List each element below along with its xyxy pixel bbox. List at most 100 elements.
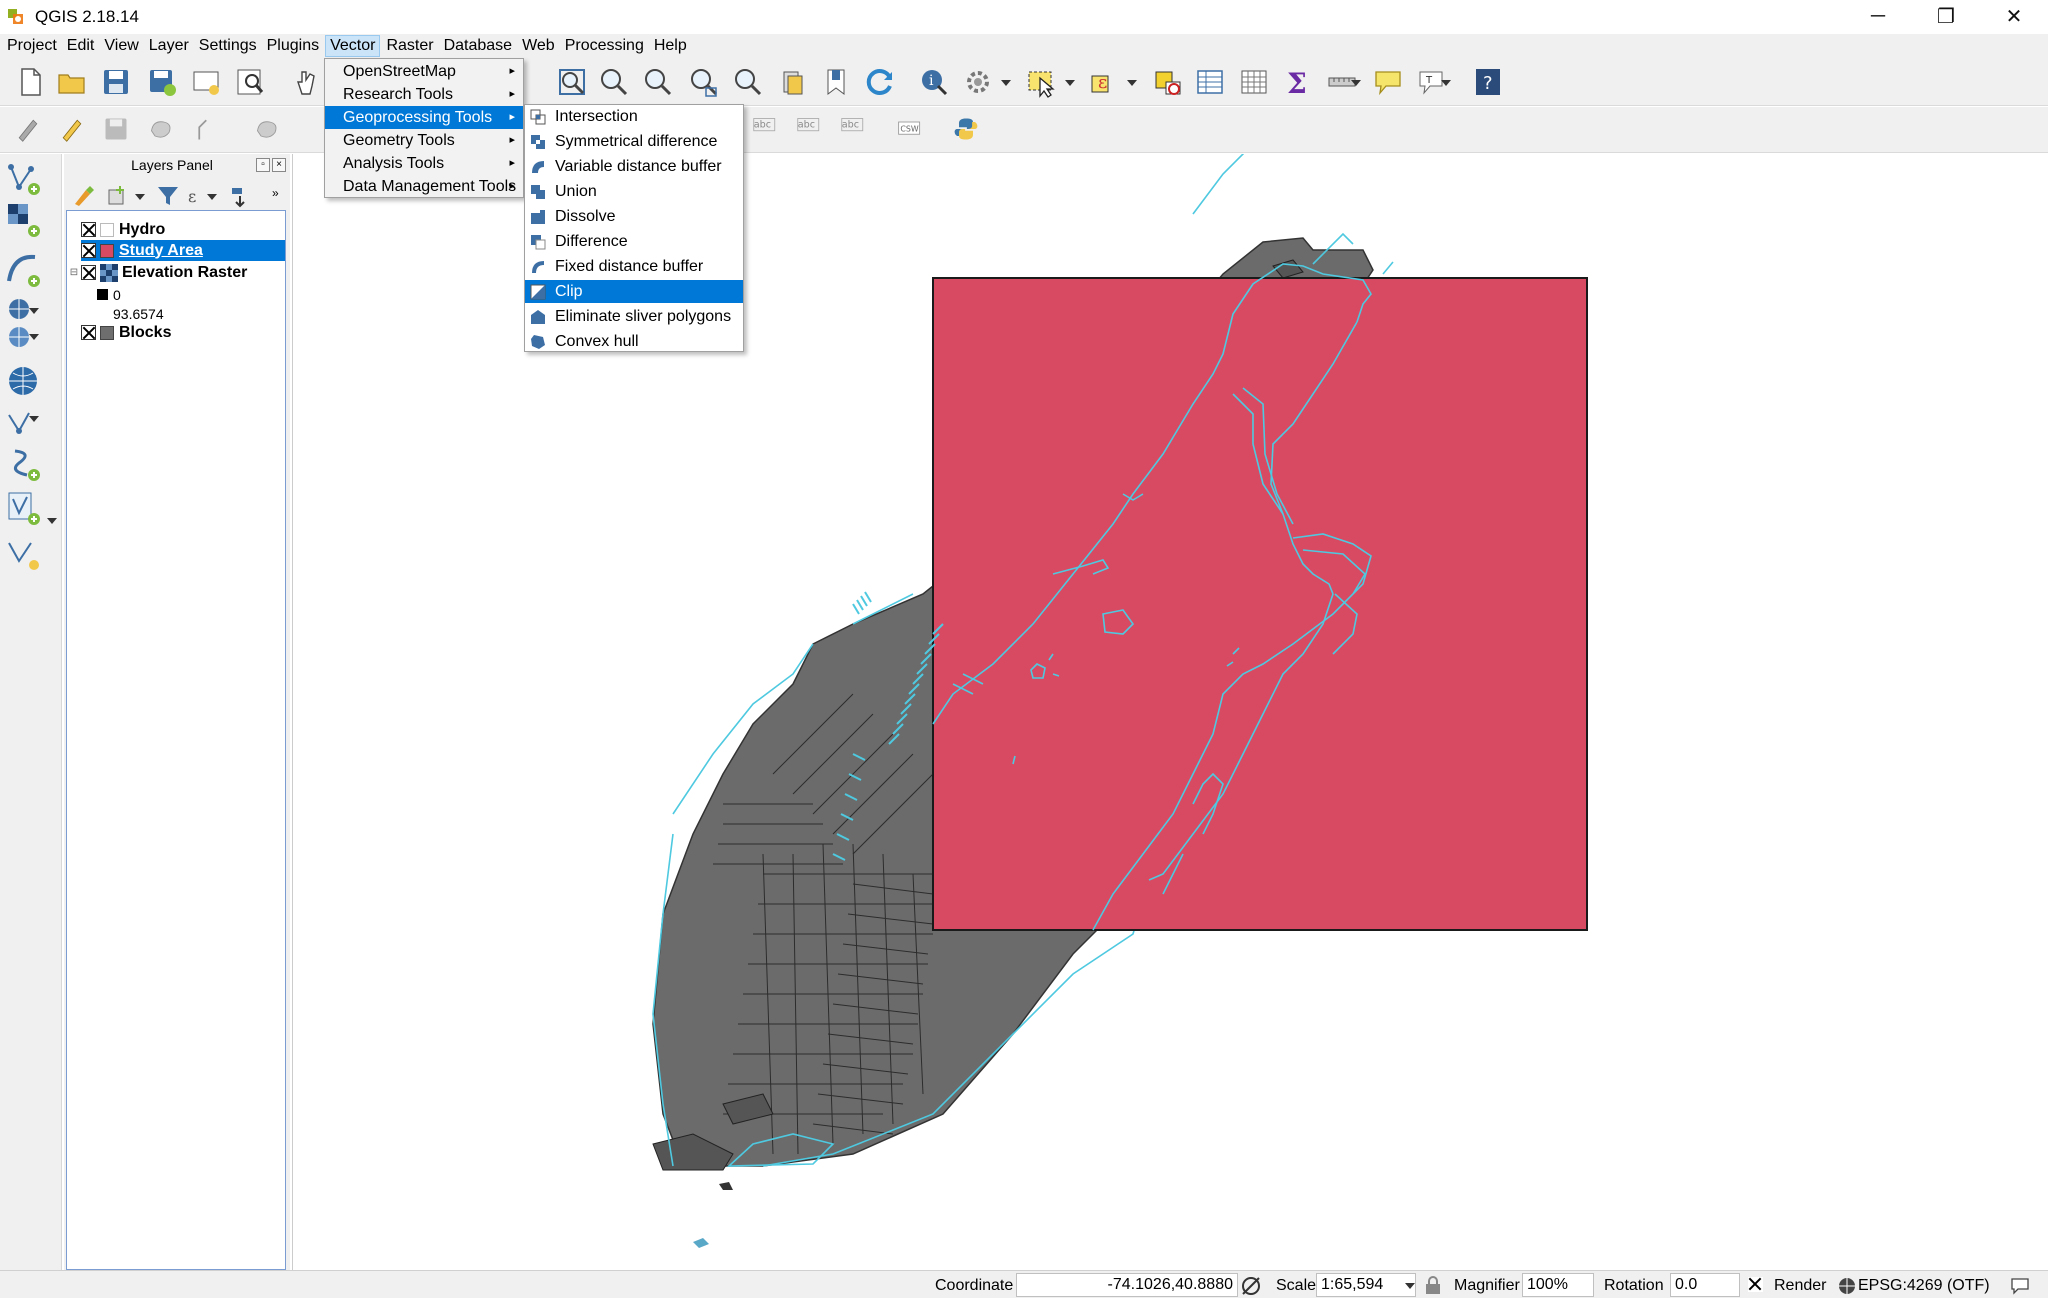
node-tool-icon[interactable] (250, 111, 286, 147)
crs-globe-icon[interactable] (1838, 1277, 1856, 1295)
help-icon[interactable]: ? (1470, 64, 1506, 100)
chevron-down-icon[interactable] (1440, 78, 1452, 88)
zoom-last-icon[interactable] (776, 64, 812, 100)
label-change-icon[interactable]: abc (836, 111, 872, 147)
zoom-to-layer-icon[interactable] (730, 64, 766, 100)
menu-item-difference[interactable]: Difference (525, 230, 743, 253)
new-print-composer-icon[interactable] (188, 64, 224, 100)
save-edits-icon[interactable] (98, 111, 134, 147)
chevron-down-icon[interactable] (1000, 78, 1012, 88)
layer-visibility-checkbox[interactable] (81, 222, 96, 237)
chevron-down-icon[interactable] (206, 192, 218, 202)
map-tips-icon[interactable] (1370, 64, 1406, 100)
overflow-chevron-icon[interactable]: » (272, 186, 279, 200)
menu-item-intersection[interactable]: Intersection (525, 105, 743, 128)
menu-item-clip[interactable]: Clip (525, 280, 743, 303)
close-panel-button[interactable]: × (272, 158, 286, 172)
field-calculator-icon[interactable]: Σ (1280, 64, 1316, 100)
menu-view[interactable]: View (100, 35, 142, 57)
restore-button[interactable]: ❐ (1912, 0, 1980, 32)
menu-vector[interactable]: Vector (325, 35, 381, 57)
chevron-down-icon[interactable] (1126, 78, 1138, 88)
add-raster-layer-icon[interactable] (4, 200, 44, 240)
identify-features-icon[interactable]: i (916, 64, 952, 100)
layer-row-study-area[interactable]: Study Area (81, 240, 285, 261)
layer-visibility-checkbox[interactable] (81, 243, 96, 258)
menu-item-geometry-tools[interactable]: Geometry Tools ▸ (325, 129, 523, 152)
refresh-icon[interactable] (862, 64, 898, 100)
minimize-button[interactable]: ─ (1844, 0, 1912, 32)
menu-settings[interactable]: Settings (195, 35, 261, 57)
rotation-field[interactable]: 0.0 (1670, 1273, 1740, 1297)
run-feature-action-icon[interactable] (960, 64, 996, 100)
magnifier-field[interactable]: 100% (1522, 1273, 1594, 1297)
render-checkbox[interactable] (1748, 1277, 1763, 1292)
menu-plugins[interactable]: Plugins (263, 35, 323, 57)
menu-edit[interactable]: Edit (63, 35, 99, 57)
new-bookmark-icon[interactable] (818, 64, 854, 100)
zoom-out-icon[interactable] (640, 64, 676, 100)
messages-icon[interactable] (2010, 1277, 2030, 1295)
menu-item-convex-hull[interactable]: Convex hull (525, 330, 743, 353)
save-as-icon[interactable] (144, 64, 180, 100)
pan-map-icon[interactable] (288, 64, 324, 100)
menu-item-variable-distance-buffer[interactable]: Variable distance buffer (525, 155, 743, 178)
chevron-down-icon[interactable] (1350, 78, 1362, 88)
zoom-in-icon[interactable] (596, 64, 632, 100)
chevron-down-icon[interactable] (46, 516, 58, 526)
select-features-icon[interactable] (1024, 64, 1060, 100)
menu-item-eliminate-sliver-polygons[interactable]: Eliminate sliver polygons (525, 305, 743, 328)
menu-item-symmetrical-difference[interactable]: Symmetrical difference (525, 130, 743, 153)
toggle-editing-icon[interactable] (54, 111, 90, 147)
menu-item-geoprocessing-tools[interactable]: Geoprocessing Tools ▸ (325, 106, 523, 129)
add-group-icon[interactable] (106, 184, 130, 208)
python-console-icon[interactable] (948, 111, 984, 147)
add-vector-layer-icon[interactable] (4, 158, 44, 198)
open-project-icon[interactable] (54, 64, 90, 100)
menu-help[interactable]: Help (650, 35, 691, 57)
menu-item-fixed-distance-buffer[interactable]: Fixed distance buffer (525, 255, 743, 278)
deselect-features-icon[interactable] (1150, 64, 1186, 100)
menu-raster[interactable]: Raster (382, 35, 437, 57)
zoom-full-icon[interactable] (554, 64, 590, 100)
filter-legend-icon[interactable] (156, 184, 180, 208)
menu-item-analysis-tools[interactable]: Analysis Tools ▸ (325, 152, 523, 175)
chevron-down-icon[interactable] (28, 306, 40, 316)
add-gpx-layer-icon[interactable] (4, 444, 44, 484)
layer-visibility-checkbox[interactable] (81, 325, 96, 340)
scale-field[interactable]: 1:65,594 (1316, 1273, 1416, 1297)
layer-row-elevation-raster[interactable]: ⊟ Elevation Raster (67, 262, 285, 283)
menu-web[interactable]: Web (518, 35, 559, 57)
add-spatialite-layer-icon[interactable] (4, 250, 44, 290)
menu-item-openstreetmap[interactable]: OpenStreetMap ▸ (325, 60, 523, 83)
statistical-summary-icon[interactable] (1236, 64, 1272, 100)
chevron-down-icon[interactable] (28, 332, 40, 342)
collapse-icon[interactable]: ⊟ (67, 267, 81, 278)
menu-database[interactable]: Database (440, 35, 517, 57)
float-panel-button[interactable]: ▫ (256, 158, 270, 172)
menu-item-dissolve[interactable]: Dissolve (525, 205, 743, 228)
close-button[interactable]: ✕ (1980, 0, 2048, 32)
chevron-down-icon[interactable] (28, 414, 40, 424)
menu-project[interactable]: Project (3, 35, 61, 57)
layer-visibility-checkbox[interactable] (81, 265, 96, 280)
layer-row-hydro[interactable]: Hydro (81, 219, 299, 240)
current-edits-icon[interactable] (10, 111, 46, 147)
composer-manager-icon[interactable] (232, 64, 268, 100)
new-project-icon[interactable] (12, 64, 48, 100)
menu-layer[interactable]: Layer (145, 35, 193, 57)
layer-styling-icon[interactable] (72, 184, 96, 208)
chevron-down-icon[interactable] (134, 192, 146, 202)
chevron-down-icon[interactable] (1064, 78, 1076, 88)
crs-status[interactable]: EPSG:4269 (OTF) (1858, 1275, 1990, 1297)
menu-item-union[interactable]: Union (525, 180, 743, 203)
add-feature-icon[interactable] (144, 111, 180, 147)
expand-all-icon[interactable] (228, 184, 252, 208)
add-wcs-layer-icon[interactable] (4, 322, 44, 362)
layer-row-blocks[interactable]: Blocks (81, 322, 299, 343)
menu-item-data-management-tools[interactable]: Data Management Tools ▸ (325, 175, 523, 198)
move-feature-icon[interactable] (190, 111, 226, 147)
coordinate-field[interactable]: -74.1026,40.8880 (1016, 1273, 1238, 1297)
label-pin-icon[interactable]: abc (748, 111, 784, 147)
label-rotate-icon[interactable]: abc (792, 111, 828, 147)
